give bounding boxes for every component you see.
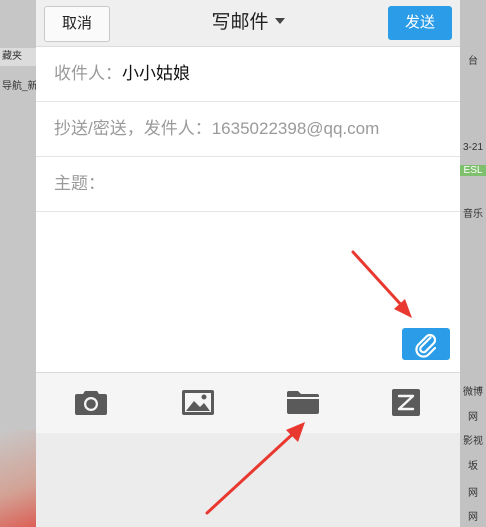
background-text: 3-21 (462, 142, 483, 153)
paperclip-icon (415, 333, 437, 358)
cc-sender-field[interactable]: 抄送/密送，发件人：1635022398@qq.com (36, 102, 460, 157)
camera-button[interactable] (74, 387, 108, 417)
send-button[interactable]: 发送 (388, 6, 452, 40)
background-text: 音乐 (463, 209, 483, 220)
background-text: 藏夹 (0, 48, 38, 66)
background-text: 坂 (468, 461, 478, 472)
recipient-field[interactable]: 收件人：小小姑娘 (36, 47, 460, 102)
background-text: 网 (468, 488, 478, 499)
background-text: 微博 (463, 387, 483, 398)
background-text: 台 (468, 56, 478, 67)
caret-down-icon (274, 17, 285, 24)
background-text: 网 (468, 412, 478, 423)
edit-button[interactable] (389, 387, 423, 417)
background-right-strip: 台 3-21 ESL 音乐 微博 网 影视 坂 网 网 (460, 0, 486, 527)
image-icon (182, 390, 214, 415)
compose-mail-panel: 取消 写邮件 发送 收件人：小小姑娘 抄送/密送，发件人：1635022398@… (36, 0, 460, 527)
background-left-strip: 藏夹 导航_新 (0, 0, 38, 527)
subject-field[interactable]: 主题： (36, 157, 460, 212)
background-text: 导航_新 (2, 81, 38, 92)
bottom-empty-area (36, 433, 460, 527)
compose-title-text: 写邮件 (211, 12, 269, 33)
background-text: 网 (468, 512, 478, 523)
recipient-label: 收件人： (54, 64, 122, 83)
image-button[interactable] (181, 387, 215, 417)
background-decoration (0, 430, 36, 527)
background-text: 影视 (463, 436, 483, 447)
compose-area[interactable]: 收件人：小小姑娘 抄送/密送，发件人：1635022398@qq.com 主题： (36, 47, 460, 372)
folder-button[interactable] (286, 387, 320, 417)
background-text: ESL (460, 165, 486, 176)
recipient-value: 小小姑娘 (122, 64, 190, 83)
attachment-toolbar (36, 372, 460, 434)
cc-sender-label: 抄送/密送，发件人：1635022398@qq.com (54, 119, 380, 138)
header-bar: 取消 写邮件 发送 (36, 0, 460, 47)
attach-button[interactable] (402, 328, 450, 360)
camera-icon (75, 391, 107, 415)
edit-icon (392, 389, 420, 416)
subject-label: 主题： (54, 174, 105, 193)
folder-icon (287, 391, 319, 414)
